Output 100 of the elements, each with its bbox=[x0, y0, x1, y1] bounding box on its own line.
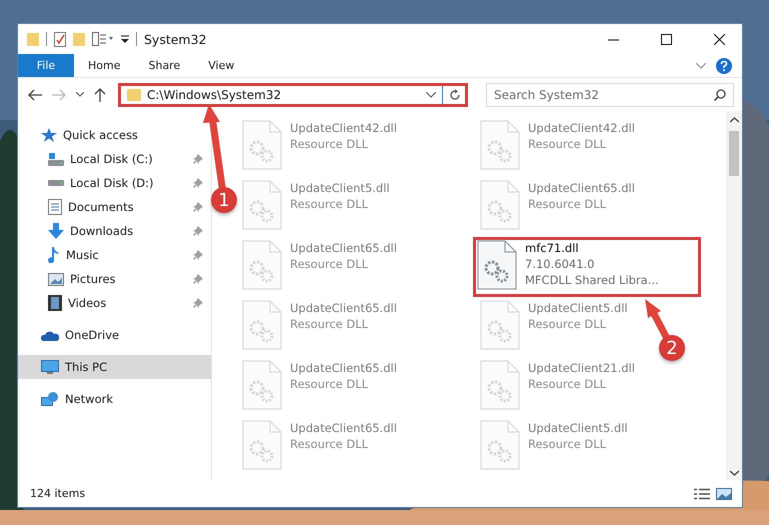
file-name: UpdateClient65.dll bbox=[290, 360, 397, 376]
file-detail: Resource DLL bbox=[290, 196, 370, 212]
help-icon[interactable] bbox=[716, 58, 732, 74]
ribbon-tab[interactable]: File bbox=[18, 54, 74, 77]
properties-icon[interactable] bbox=[54, 32, 66, 46]
file-name: UpdateClient5.dll bbox=[528, 420, 628, 436]
customize-icon[interactable] bbox=[121, 34, 129, 44]
star-icon bbox=[41, 128, 57, 142]
pin-icon[interactable] bbox=[193, 154, 203, 164]
file-gear-icon bbox=[480, 120, 520, 170]
scrollbar-thumb[interactable] bbox=[729, 131, 739, 176]
search-icon[interactable] bbox=[714, 88, 726, 100]
item-label: Music bbox=[66, 248, 100, 262]
file-item[interactable]: UpdateClient65.dll Resource DLL bbox=[238, 237, 401, 297]
sidebar-item[interactable]: OneDrive bbox=[18, 323, 211, 347]
monitor-icon bbox=[41, 360, 59, 374]
pin-icon[interactable] bbox=[193, 202, 203, 212]
scrollbar[interactable] bbox=[726, 111, 742, 480]
details-view-icon[interactable] bbox=[694, 488, 710, 500]
document-icon bbox=[48, 199, 62, 215]
file-item[interactable]: UpdateClient65.dll Resource DLL bbox=[476, 177, 639, 237]
file-name: UpdateClient42.dll bbox=[528, 120, 635, 136]
refresh-icon[interactable] bbox=[449, 88, 461, 100]
file-item[interactable]: mfc71.dll 7.10.6041.0 MFCDLL Shared Libra... bbox=[473, 237, 701, 297]
pin-icon[interactable] bbox=[193, 178, 203, 188]
file-item[interactable]: UpdateClient65.dll Resource DLL bbox=[238, 297, 401, 357]
file-name: UpdateClient42.dll bbox=[290, 120, 397, 136]
item-label: Documents bbox=[68, 200, 135, 214]
sidebar-item[interactable]: Pictures bbox=[18, 267, 211, 291]
drive-icon bbox=[48, 152, 64, 166]
file-name: UpdateClient65.dll bbox=[290, 300, 397, 316]
sidebar-item[interactable]: Local Disk (C:) bbox=[18, 147, 211, 171]
sidebar-item[interactable]: Downloads bbox=[18, 219, 211, 243]
file-item[interactable]: UpdateClient65.dll Resource DLL bbox=[238, 417, 401, 477]
sidebar-item[interactable]: Music bbox=[18, 243, 211, 267]
file-gear-icon bbox=[480, 300, 520, 350]
search-field[interactable]: Search System32 bbox=[486, 82, 734, 106]
item-label: Videos bbox=[68, 296, 108, 310]
item-label: Local Disk (C:) bbox=[70, 152, 154, 166]
scroll-up-icon[interactable] bbox=[730, 117, 738, 123]
file-item[interactable]: UpdateClient21.dll Resource DLL bbox=[476, 357, 639, 417]
file-detail: Resource DLL bbox=[290, 436, 370, 452]
pin-icon[interactable] bbox=[193, 274, 203, 284]
pin-icon[interactable] bbox=[193, 250, 203, 260]
file-name: UpdateClient5.dll bbox=[528, 300, 628, 316]
chevron-icon[interactable] bbox=[696, 62, 706, 68]
file-gear-icon bbox=[242, 360, 282, 410]
file-detail: Resource DLL bbox=[528, 136, 608, 152]
file-gear-icon bbox=[242, 120, 282, 170]
file-gear-icon bbox=[480, 360, 520, 410]
item-label: OneDrive bbox=[65, 328, 120, 342]
ribbon-tab[interactable]: View bbox=[194, 54, 248, 77]
file-detail: Resource DLL bbox=[290, 256, 370, 272]
item-label: Downloads bbox=[70, 224, 134, 238]
pin-icon[interactable] bbox=[193, 226, 203, 236]
file-gear-icon bbox=[242, 300, 282, 350]
sidebar-item[interactable]: Local Disk (D:) bbox=[18, 171, 211, 195]
file-name: UpdateClient21.dll bbox=[528, 360, 635, 376]
file-detail: MFCDLL Shared Libra... bbox=[525, 272, 659, 288]
view-options-icon[interactable] bbox=[92, 32, 114, 46]
ribbon-tab[interactable]: Home bbox=[74, 54, 134, 77]
file-item[interactable]: UpdateClient5.dll Resource DLL bbox=[238, 177, 394, 237]
file-detail: Resource DLL bbox=[528, 196, 608, 212]
ribbon-tab[interactable]: Share bbox=[134, 54, 194, 77]
back-icon[interactable] bbox=[28, 88, 42, 100]
file-name: UpdateClient65.dll bbox=[528, 180, 635, 196]
file-item[interactable]: UpdateClient5.dll Resource DLL bbox=[476, 417, 632, 477]
file-item[interactable]: UpdateClient65.dll Resource DLL bbox=[238, 357, 401, 417]
item-label: Pictures bbox=[70, 272, 117, 286]
film-icon bbox=[48, 295, 62, 311]
file-item[interactable]: UpdateClient5.dll Resource DLL bbox=[476, 297, 632, 357]
file-name: UpdateClient65.dll bbox=[290, 240, 397, 256]
item-label: Network bbox=[65, 392, 114, 406]
dropdown-icon[interactable] bbox=[426, 92, 436, 98]
file-item[interactable]: UpdateClient42.dll Resource DLL bbox=[476, 117, 639, 177]
large-icons-view-icon[interactable] bbox=[716, 488, 732, 500]
sidebar-item[interactable]: This PC bbox=[18, 355, 211, 379]
sidebar-item[interactable]: Videos bbox=[18, 291, 211, 315]
cloud-icon bbox=[41, 330, 59, 340]
pin-icon[interactable] bbox=[193, 298, 203, 308]
maximize-icon bbox=[660, 34, 672, 44]
up-icon[interactable] bbox=[94, 88, 106, 102]
item-label: Quick access bbox=[63, 128, 139, 142]
file-detail: Resource DLL bbox=[290, 136, 370, 152]
sidebar-item[interactable]: Quick access bbox=[18, 123, 211, 147]
file-item[interactable]: UpdateClient42.dll Resource DLL bbox=[238, 117, 401, 177]
address-bar[interactable]: C:\Windows\System32 bbox=[118, 82, 468, 106]
item-label: This PC bbox=[65, 360, 108, 374]
scroll-down-icon[interactable] bbox=[730, 470, 738, 476]
sidebar-item[interactable]: Network bbox=[18, 387, 211, 411]
path-text[interactable]: C:\Windows\System32 bbox=[147, 88, 282, 102]
music-note-icon bbox=[48, 247, 60, 263]
file-name: UpdateClient65.dll bbox=[290, 420, 397, 436]
file-gear-icon bbox=[480, 180, 520, 230]
file-gear-icon bbox=[242, 240, 282, 290]
picture-icon bbox=[48, 272, 64, 286]
file-gear-icon bbox=[242, 180, 282, 230]
file-detail: 7.10.6041.0 bbox=[525, 256, 596, 272]
recent-locations-icon[interactable] bbox=[76, 92, 84, 97]
sidebar-item[interactable]: Documents bbox=[18, 195, 211, 219]
